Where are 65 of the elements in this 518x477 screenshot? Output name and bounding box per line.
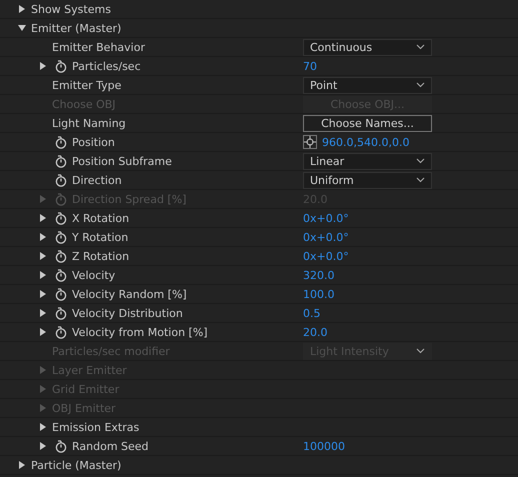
property-label: Random Seed xyxy=(72,440,149,452)
property-label: Velocity from Motion [%] xyxy=(72,326,208,338)
stopwatch-icon[interactable] xyxy=(55,212,67,224)
twirl-triangle-icon[interactable] xyxy=(18,461,26,469)
property-label: Velocity Random [%] xyxy=(72,288,187,300)
chevron-down-icon xyxy=(416,158,425,164)
twirl-triangle-icon[interactable] xyxy=(39,271,47,279)
stopwatch-icon[interactable] xyxy=(55,268,67,282)
twirl-triangle-icon[interactable] xyxy=(18,5,26,13)
twirl-triangle-icon[interactable] xyxy=(39,328,47,336)
stopwatch-icon[interactable] xyxy=(55,288,67,300)
group-label: Show Systems xyxy=(31,2,111,16)
group-label: Particle (Master) xyxy=(31,458,122,472)
chevron-down-icon xyxy=(416,44,425,50)
stopwatch-icon[interactable] xyxy=(55,440,67,452)
property-label: Velocity Distribution xyxy=(72,306,183,320)
crosshair-icon[interactable] xyxy=(303,135,317,149)
twirl-triangle-icon[interactable] xyxy=(39,290,47,298)
value-field[interactable]: 960.0,540.0,0.0 xyxy=(322,136,410,148)
property-label: X Rotation xyxy=(72,212,130,224)
twirl-triangle-icon[interactable] xyxy=(39,233,47,241)
twirl-triangle-icon[interactable] xyxy=(39,214,47,222)
dropdown[interactable]: Linear xyxy=(303,152,432,170)
property-label: Z Rotation xyxy=(72,250,130,262)
twirl-triangle-icon[interactable] xyxy=(39,309,47,317)
twirl-triangle-icon[interactable] xyxy=(18,24,26,32)
property-label: Direction xyxy=(72,174,122,186)
property-label: Y Rotation xyxy=(72,230,128,244)
value-field[interactable]: 0.5 xyxy=(303,306,320,320)
dropdown[interactable]: Point xyxy=(303,76,432,94)
group-label: Emitter (Master) xyxy=(31,22,122,34)
value-field[interactable]: 100.0 xyxy=(303,288,334,300)
twirl-triangle-icon[interactable] xyxy=(39,442,47,450)
value-field[interactable]: 70 xyxy=(303,60,317,72)
property-label: Light Naming xyxy=(52,116,126,130)
stopwatch-icon[interactable] xyxy=(55,326,67,338)
choose-button[interactable]: Choose Names... xyxy=(303,114,432,132)
dropdown[interactable]: Continuous xyxy=(303,38,432,56)
value-field[interactable]: 100000 xyxy=(303,440,345,452)
value-field[interactable]: 320.0 xyxy=(303,268,334,282)
value-field[interactable]: 0x+0.0° xyxy=(303,212,349,224)
chevron-down-icon xyxy=(416,177,425,183)
stopwatch-icon[interactable] xyxy=(55,60,67,72)
stopwatch-icon[interactable] xyxy=(55,154,67,168)
chevron-down-icon xyxy=(416,348,425,354)
property-label: Velocity xyxy=(72,268,116,282)
stopwatch-icon[interactable] xyxy=(55,306,67,320)
stopwatch-icon[interactable] xyxy=(55,174,67,186)
value-field[interactable]: 20.0 xyxy=(303,326,328,338)
twirl-triangle-icon[interactable] xyxy=(39,62,47,70)
property-label: Position Subframe xyxy=(72,154,172,168)
dropdown[interactable]: Uniform xyxy=(303,172,432,188)
stopwatch-icon[interactable] xyxy=(55,230,67,244)
property-label: Emitter Type xyxy=(52,78,122,92)
value-field[interactable]: 0x+0.0° xyxy=(303,230,349,244)
property-label: Particles/sec xyxy=(72,60,141,72)
stopwatch-icon[interactable] xyxy=(55,136,67,148)
property-label: Emission Extras xyxy=(52,420,140,434)
value-field[interactable]: 0x+0.0° xyxy=(303,250,349,262)
twirl-triangle-icon[interactable] xyxy=(39,252,47,260)
property-label: Position xyxy=(72,136,115,148)
twirl-triangle-icon[interactable] xyxy=(39,423,47,431)
property-label: Emitter Behavior xyxy=(52,40,145,54)
stopwatch-icon[interactable] xyxy=(55,250,67,262)
chevron-down-icon xyxy=(416,82,425,88)
